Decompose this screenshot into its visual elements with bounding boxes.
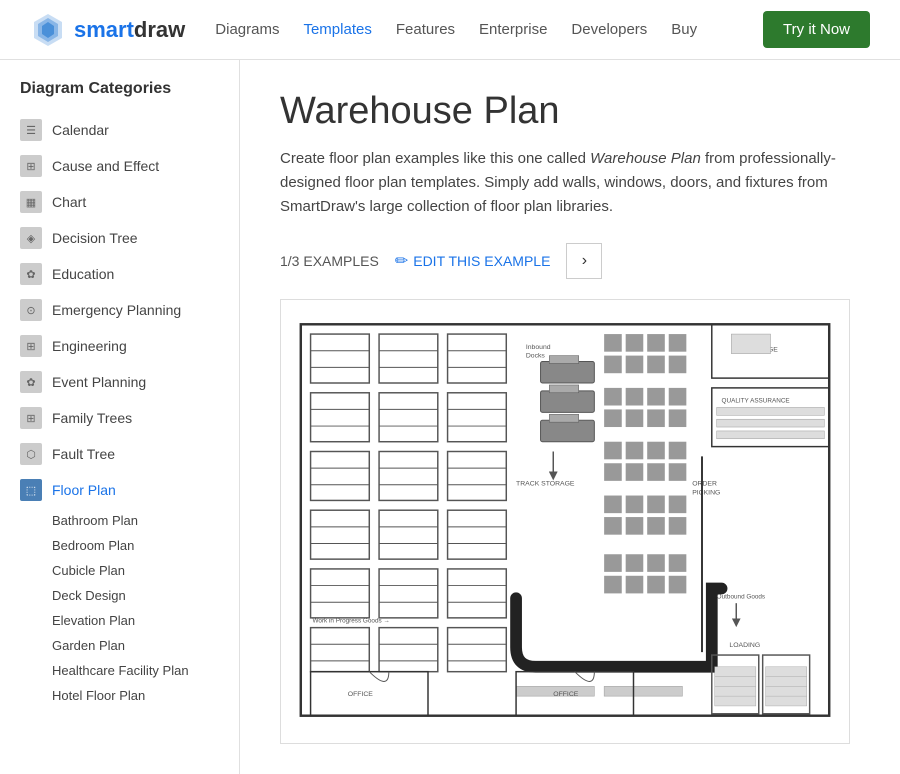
page-title: Warehouse Plan	[280, 90, 860, 133]
decision-tree-icon: ◈	[20, 227, 42, 249]
sidebar-item-label: Education	[52, 266, 114, 282]
education-icon: ✿	[20, 263, 42, 285]
svg-text:Work in Progress Goods →: Work in Progress Goods →	[313, 618, 390, 625]
sidebar-item-cause-effect[interactable]: ⊞ Cause and Effect	[0, 148, 239, 184]
logo-text: smartdraw	[74, 17, 185, 43]
diagram-container: Inbound Docks	[280, 299, 850, 744]
svg-text:Outbound Goods: Outbound Goods	[717, 593, 765, 600]
sidebar-item-family[interactable]: ⊞ Family Trees	[0, 400, 239, 436]
edit-icon: ✏	[395, 251, 408, 271]
sidebar-item-floor-plan[interactable]: ⬚ Floor Plan	[0, 472, 239, 508]
sidebar-item-emergency[interactable]: ⊙ Emergency Planning	[0, 292, 239, 328]
logo[interactable]: smartdraw	[30, 12, 185, 48]
nav-buy[interactable]: Buy	[671, 21, 697, 38]
nav-enterprise[interactable]: Enterprise	[479, 21, 547, 38]
sidebar-title: Diagram Categories	[0, 80, 239, 112]
sidebar-item-calendar[interactable]: ☰ Calendar	[0, 112, 239, 148]
nav-templates[interactable]: Templates	[303, 21, 371, 38]
sidebar-item-chart[interactable]: ▦ Chart	[0, 184, 239, 220]
sub-elevation[interactable]: Elevation Plan	[52, 608, 239, 633]
sidebar-item-event[interactable]: ✿ Event Planning	[0, 364, 239, 400]
sidebar-item-label: Cause and Effect	[52, 158, 159, 174]
sub-healthcare[interactable]: Healthcare Facility Plan	[52, 658, 239, 683]
warehouse-plan-diagram: Inbound Docks	[291, 310, 839, 730]
sidebar-item-fault[interactable]: ⬡ Fault Tree	[0, 436, 239, 472]
sidebar-item-label: Floor Plan	[52, 482, 116, 498]
svg-text:OFFICE: OFFICE	[553, 691, 579, 698]
sidebar-item-label: Calendar	[52, 122, 109, 138]
sidebar-item-label: Emergency Planning	[52, 302, 181, 318]
sidebar-item-label: Chart	[52, 194, 86, 210]
sub-deck[interactable]: Deck Design	[52, 583, 239, 608]
svg-text:Docks: Docks	[526, 353, 546, 360]
chart-icon: ▦	[20, 191, 42, 213]
sidebar-item-education[interactable]: ✿ Education	[0, 256, 239, 292]
page-description: Create floor plan examples like this one…	[280, 147, 860, 219]
main-content: Warehouse Plan Create floor plan example…	[240, 60, 900, 774]
fault-icon: ⬡	[20, 443, 42, 465]
nav-developers[interactable]: Developers	[571, 21, 647, 38]
sidebar-item-decision-tree[interactable]: ◈ Decision Tree	[0, 220, 239, 256]
sidebar: Diagram Categories ☰ Calendar ⊞ Cause an…	[0, 60, 240, 774]
sidebar-item-label: Event Planning	[52, 374, 146, 390]
event-icon: ✿	[20, 371, 42, 393]
sidebar-item-label: Fault Tree	[52, 446, 115, 462]
floor-plan-icon: ⬚	[20, 479, 42, 501]
try-it-now-button[interactable]: Try it Now	[763, 11, 870, 48]
logo-icon	[30, 12, 66, 48]
sub-bedroom[interactable]: Bedroom Plan	[52, 533, 239, 558]
nav-diagrams[interactable]: Diagrams	[215, 21, 279, 38]
sub-hotel[interactable]: Hotel Floor Plan	[52, 683, 239, 708]
engineering-icon: ⊞	[20, 335, 42, 357]
nav-features[interactable]: Features	[396, 21, 455, 38]
sidebar-item-label: Family Trees	[52, 410, 132, 426]
floor-plan-subitems: Bathroom Plan Bedroom Plan Cubicle Plan …	[0, 508, 239, 708]
next-example-button[interactable]: ›	[566, 243, 602, 279]
svg-text:OFFICE: OFFICE	[348, 691, 374, 698]
edit-example-link[interactable]: ✏ EDIT THIS EXAMPLE	[395, 251, 551, 271]
svg-text:ORDER: ORDER	[692, 481, 717, 488]
sub-cubicle[interactable]: Cubicle Plan	[52, 558, 239, 583]
svg-text:Inbound: Inbound	[526, 344, 551, 351]
svg-text:LOADING: LOADING	[729, 642, 760, 649]
main-nav: Diagrams Templates Features Enterprise D…	[215, 21, 763, 38]
sidebar-item-label: Engineering	[52, 338, 127, 354]
calendar-icon: ☰	[20, 119, 42, 141]
cause-effect-icon: ⊞	[20, 155, 42, 177]
emergency-icon: ⊙	[20, 299, 42, 321]
family-icon: ⊞	[20, 407, 42, 429]
sub-bathroom[interactable]: Bathroom Plan	[52, 508, 239, 533]
example-nav: 1/3 EXAMPLES ✏ EDIT THIS EXAMPLE ›	[280, 243, 860, 279]
sidebar-item-engineering[interactable]: ⊞ Engineering	[0, 328, 239, 364]
example-counter: 1/3 EXAMPLES	[280, 253, 379, 269]
svg-text:TRACK STORAGE: TRACK STORAGE	[516, 481, 575, 488]
svg-text:PICKING: PICKING	[692, 490, 720, 497]
sidebar-item-label: Decision Tree	[52, 230, 138, 246]
sub-garden[interactable]: Garden Plan	[52, 633, 239, 658]
svg-text:QUALITY ASSURANCE: QUALITY ASSURANCE	[722, 398, 790, 405]
